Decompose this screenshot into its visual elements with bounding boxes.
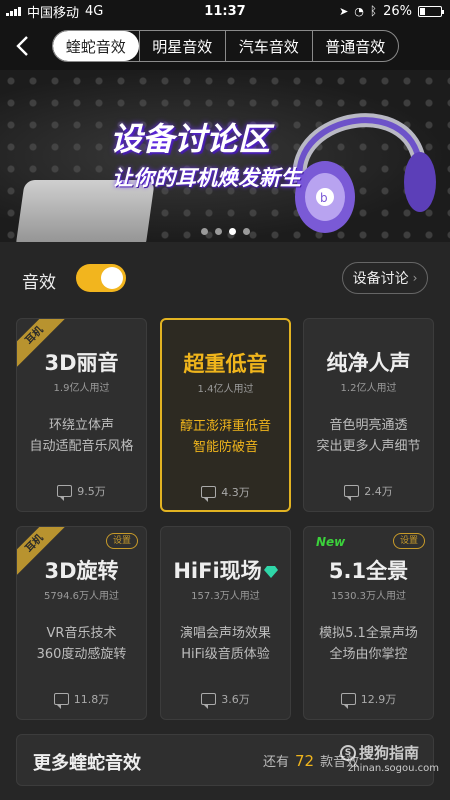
bluetooth-icon: ᛒ (369, 4, 378, 18)
card-comments[interactable]: 2.4万 (304, 483, 433, 501)
settings-badge[interactable]: 设置 (105, 533, 138, 549)
card-desc: VR音乐技术 360度动感旋转 (17, 623, 146, 665)
pagination-dot[interactable] (200, 228, 208, 235)
card-desc: 醇正澎湃重低音 智能防破音 (162, 416, 289, 458)
comment-count: 12.9万 (360, 693, 397, 706)
comment-count: 9.5万 (77, 485, 106, 498)
comment-icon (344, 485, 360, 501)
card-desc-line: 环绕立体声 (48, 418, 114, 433)
comment-icon (340, 693, 356, 709)
pagination-dot[interactable] (242, 228, 250, 235)
chevron-right-icon: › (412, 271, 418, 285)
comment-icon (201, 693, 217, 709)
card-desc-line: 360度动感旋转 (36, 647, 127, 662)
comment-icon (57, 485, 73, 501)
card-desc-line: VR音乐技术 (46, 626, 117, 641)
alarm-icon: ◔ (354, 4, 364, 18)
card-comments[interactable]: 3.6万 (161, 691, 290, 709)
card-desc-line: 模拟5.1全景声场 (319, 626, 418, 641)
top-nav: 蝰蛇音效 明星音效 汽车音效 普通音效 (0, 22, 450, 70)
tab-viper-effect[interactable]: 蝰蛇音效 (53, 31, 139, 61)
device-discussion-label: 设备讨论 (352, 271, 409, 287)
effect-card-3d-liyin[interactable]: 耳机 3D丽音 1.9亿人用过 环绕立体声 自动适配音乐风格 9.5万 (16, 318, 147, 512)
card-title: 超重低音 (183, 352, 268, 376)
card-comments[interactable]: 9.5万 (17, 483, 146, 501)
card-title: 5.1全景 (328, 559, 409, 583)
promo-banner[interactable]: b 设备讨论区 让你的耳机焕发新生 (0, 70, 450, 242)
comment-count: 4.3万 (221, 486, 250, 499)
card-users: 1530.3万人用过 (331, 591, 406, 602)
comment-icon (53, 693, 69, 709)
sogou-watermark: S 搜狗指南 zhinan.sogou.com (340, 742, 440, 782)
more-count-number: 72 (295, 752, 315, 770)
card-users: 1.4亿人用过 (197, 384, 254, 395)
card-desc-line: 突出更多人声细节 (316, 439, 421, 454)
card-comments[interactable]: 12.9万 (304, 691, 433, 709)
settings-badge[interactable]: 设置 (392, 533, 425, 549)
card-desc-line: 音色明亮通透 (329, 418, 408, 433)
pagination-dot-active[interactable] (228, 228, 236, 235)
card-desc: 音色明亮通透 突出更多人声细节 (304, 415, 433, 457)
toggle-knob (101, 267, 123, 289)
effect-toggle-row: 音效 设备讨论 › (22, 262, 432, 296)
effect-card-5-1-panorama[interactable]: New 设置 5.1全景 1530.3万人用过 模拟5.1全景声场 全场由你掌控… (303, 526, 434, 720)
effect-card-hifi-live[interactable]: HiFi现场 157.3万人用过 演唱会声场效果 HiFi级音质体验 3.6万 (160, 526, 291, 720)
tab-star-effect[interactable]: 明星音效 (138, 31, 226, 61)
comment-count: 11.8万 (73, 693, 110, 706)
card-desc-line: HiFi级音质体验 (181, 647, 270, 662)
battery-percent: 26% (383, 3, 412, 19)
card-title: 纯净人声 (326, 351, 411, 375)
back-icon[interactable] (12, 32, 34, 60)
banner-pagination (0, 228, 450, 235)
card-desc: 模拟5.1全景声场 全场由你掌控 (304, 623, 433, 665)
card-desc-line: 全场由你掌控 (329, 647, 408, 662)
card-users: 5794.6万人用过 (44, 591, 119, 602)
card-desc-line: 演唱会声场效果 (179, 626, 271, 641)
effect-card-3d-rotate[interactable]: 耳机 设置 3D旋转 5794.6万人用过 VR音乐技术 360度动感旋转 11… (16, 526, 147, 720)
card-comments[interactable]: 11.8万 (17, 691, 146, 709)
more-prefix: 还有 (263, 755, 290, 770)
banner-subtitle: 让你的耳机焕发新生 (112, 166, 301, 190)
status-bar: 中国移动 4G 11:37 ➤ ◔ ᛒ 26% (0, 0, 450, 22)
card-title-text: HiFi现场 (173, 559, 262, 583)
card-users: 157.3万人用过 (191, 591, 260, 602)
device-discussion-button[interactable]: 设备讨论 › (342, 262, 428, 294)
card-desc-line: 自动适配音乐风格 (29, 439, 134, 454)
watermark-brand: 搜狗指南 (359, 744, 420, 762)
effect-card-super-bass[interactable]: 超重低音 1.4亿人用过 醇正澎湃重低音 智能防破音 4.3万 (160, 318, 291, 512)
svg-text:b: b (320, 191, 328, 205)
banner-title: 设备讨论区 (110, 120, 271, 158)
diamond-icon (263, 566, 278, 578)
pagination-dot[interactable] (214, 228, 222, 235)
card-desc-line: 智能防破音 (192, 440, 258, 455)
headphone-image: b (292, 113, 436, 233)
battery-icon (418, 5, 444, 17)
tab-car-effect[interactable]: 汽车音效 (225, 31, 312, 61)
effect-label: 音效 (22, 273, 56, 293)
effect-card-pure-vocal[interactable]: 纯净人声 1.2亿人用过 音色明亮通透 突出更多人声细节 2.4万 (303, 318, 434, 512)
effect-toggle[interactable] (76, 264, 126, 292)
card-users: 1.2亿人用过 (340, 383, 397, 394)
sogou-logo-icon: S (340, 744, 356, 761)
new-badge: New (316, 535, 346, 549)
location-icon: ➤ (339, 4, 349, 18)
card-desc-line: 醇正澎湃重低音 (179, 419, 271, 434)
comment-count: 3.6万 (221, 693, 250, 706)
sound-effect-tabs: 蝰蛇音效 明星音效 汽车音效 普通音效 (52, 30, 399, 62)
tab-normal-effect[interactable]: 普通音效 (311, 31, 399, 61)
comment-count: 2.4万 (364, 485, 393, 498)
card-users: 1.9亿人用过 (53, 383, 110, 394)
card-desc: 演唱会声场效果 HiFi级音质体验 (161, 623, 290, 665)
more-effects-title: 更多蝰蛇音效 (33, 753, 141, 774)
comment-icon (201, 486, 217, 502)
card-title: HiFi现场 (161, 555, 290, 585)
card-title: 3D丽音 (44, 351, 119, 375)
card-comments[interactable]: 4.3万 (162, 484, 289, 502)
card-desc: 环绕立体声 自动适配音乐风格 (17, 415, 146, 457)
card-title: 3D旋转 (44, 559, 119, 583)
watermark-domain: zhinan.sogou.com (348, 763, 440, 774)
